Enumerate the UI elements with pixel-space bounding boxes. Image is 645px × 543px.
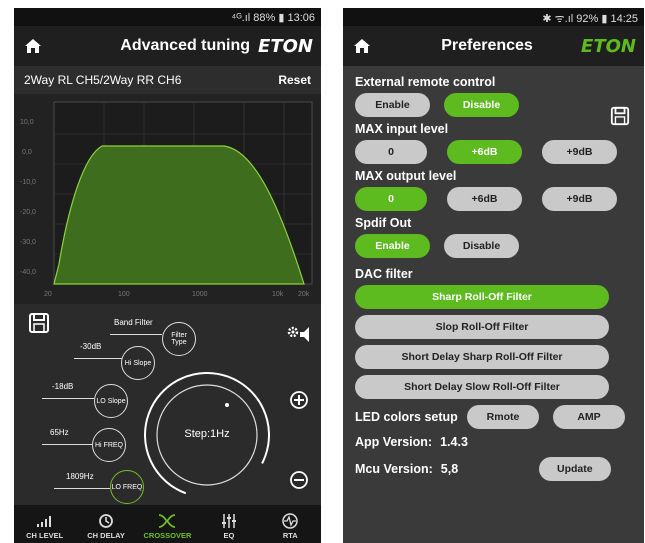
led-colors-title: LED colors setup — [355, 410, 458, 424]
remote-enable-button[interactable]: Enable — [355, 93, 430, 117]
dac-short-slow-button[interactable]: Short Delay Slow Roll-Off Filter — [355, 375, 609, 399]
nav-label: CH LEVEL — [26, 531, 64, 540]
y-tick: -30,0 — [20, 239, 36, 246]
lo-freq-button[interactable]: LO FREQ — [110, 470, 144, 504]
input-6db-button[interactable]: +6dB — [447, 140, 522, 164]
save-icon[interactable] — [28, 312, 50, 339]
max-input-title: MAX input level — [355, 122, 449, 136]
filter-type-value: Band Filter — [114, 318, 153, 327]
hi-slope-value: -30dB — [80, 342, 102, 351]
nav-ch-delay[interactable]: CH DELAY — [76, 511, 136, 540]
clock-icon — [98, 511, 114, 531]
channel-bar: 2Way RL CH5/2Way RR CH6 Reset — [14, 66, 321, 94]
output-9db-button[interactable]: +9dB — [542, 187, 617, 211]
y-tick: -10,0 — [20, 179, 36, 186]
input-9db-button[interactable]: +9dB — [542, 140, 617, 164]
app-bar: Advanced tuning ETON — [14, 26, 321, 66]
external-remote-title: External remote control — [355, 75, 496, 89]
dac-sharp-button[interactable]: Sharp Roll-Off Filter — [355, 285, 609, 309]
hi-freq-value: 65Hz — [50, 428, 69, 437]
crossover-controls: Band Filter Filter Type -30dB Hi Slope -… — [14, 304, 321, 504]
filter-type-button[interactable]: Filter Type — [162, 322, 196, 356]
minus-icon[interactable] — [289, 470, 309, 495]
nav-label: CROSSOVER — [143, 531, 192, 540]
preferences-screen: ✱ ᯤ.ıl 92% ▮ 14:25 Preferences ETON Exte… — [343, 8, 644, 543]
x-tick: 20k — [298, 291, 310, 298]
input-0-button[interactable]: 0 — [355, 140, 427, 164]
crossover-graph[interactable]: 10,0 0,0 -10,0 -20,0 -30,0 -40,0 20 100 … — [14, 94, 321, 304]
reset-button[interactable]: Reset — [278, 73, 311, 87]
remote-disable-button[interactable]: Disable — [444, 93, 519, 117]
home-icon[interactable] — [351, 35, 373, 57]
channel-label: 2Way RL CH5/2Way RR CH6 — [24, 73, 182, 87]
pulse-icon — [282, 511, 298, 531]
page-title: Preferences — [441, 37, 533, 54]
mcu-version-value: 5,8 — [440, 462, 459, 476]
y-tick: 0,0 — [22, 149, 32, 156]
hi-freq-button[interactable]: Hi FREQ — [92, 428, 126, 462]
page-title: Advanced tuning — [120, 37, 251, 54]
nav-ch-level[interactable]: CH LEVEL — [15, 511, 75, 540]
settings-speaker-icon[interactable] — [285, 324, 311, 349]
advanced-tuning-screen: ⁴ᴳ.ıl 88% ▮ 13:06 Advanced tuning ETON 2… — [14, 8, 321, 543]
nav-label: EQ — [223, 531, 235, 540]
bottom-nav: CH LEVEL CH DELAY CROSSOVER EQ RTA — [14, 505, 321, 543]
led-rmote-button[interactable]: Rmote — [467, 405, 539, 429]
app-version-value: 1.4.3 — [440, 435, 468, 449]
dac-short-sharp-button[interactable]: Short Delay Sharp Roll-Off Filter — [355, 345, 609, 369]
sliders-icon — [221, 511, 237, 531]
lo-slope-button[interactable]: LO Slope — [94, 384, 128, 418]
output-0-button[interactable]: 0 — [355, 187, 427, 211]
bars-icon — [35, 511, 55, 531]
nav-rta[interactable]: RTA — [260, 511, 320, 540]
mcu-version-label: Mcu Version: — [355, 462, 433, 476]
spdif-disable-button[interactable]: Disable — [444, 234, 519, 258]
y-tick: 10,0 — [20, 119, 34, 126]
output-6db-button[interactable]: +6dB — [447, 187, 522, 211]
x-tick: 20 — [44, 291, 52, 298]
eton-logo: ETON — [581, 35, 636, 57]
led-amp-button[interactable]: AMP — [553, 405, 625, 429]
app-version-label: App Version: — [355, 435, 433, 449]
x-tick: 100 — [118, 291, 130, 298]
frequency-dial[interactable]: Step:1Hz — [142, 370, 272, 500]
save-icon[interactable] — [610, 106, 630, 131]
app-bar: Preferences ETON — [343, 26, 644, 66]
y-tick: -40,0 — [20, 269, 36, 276]
home-icon[interactable] — [22, 35, 44, 57]
dac-slop-button[interactable]: Slop Roll-Off Filter — [355, 315, 609, 339]
spdif-enable-button[interactable]: Enable — [355, 234, 430, 258]
spdif-title: Spdif Out — [355, 216, 412, 230]
nav-label: CH DELAY — [87, 531, 125, 540]
max-output-title: MAX output level — [355, 169, 457, 183]
x-tick: 1000 — [192, 291, 208, 298]
nav-eq[interactable]: EQ — [199, 511, 259, 540]
x-tick: 10k — [272, 291, 284, 298]
crossover-icon — [158, 511, 176, 531]
nav-label: RTA — [282, 531, 298, 540]
nav-crossover[interactable]: CROSSOVER — [137, 511, 197, 540]
preferences-body: External remote control Enable Disable M… — [343, 66, 644, 481]
dial-step-label: Step:1Hz — [184, 428, 230, 440]
lo-slope-value: -18dB — [52, 382, 74, 391]
dac-filter-title: DAC filter — [355, 267, 413, 281]
lo-freq-value: 1809Hz — [66, 472, 94, 481]
eton-logo: ETON — [258, 35, 313, 57]
status-bar: ✱ ᯤ.ıl 92% ▮ 14:25 — [343, 8, 644, 26]
update-button[interactable]: Update — [538, 457, 611, 481]
status-bar: ⁴ᴳ.ıl 88% ▮ 13:06 — [14, 8, 321, 26]
plus-icon[interactable] — [289, 390, 309, 415]
y-tick: -20,0 — [20, 209, 36, 216]
